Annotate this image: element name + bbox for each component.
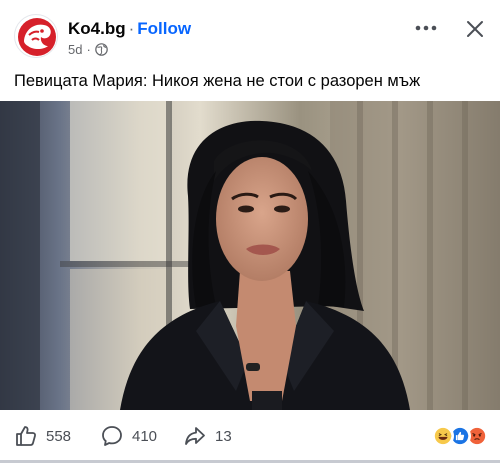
close-button[interactable] (460, 14, 490, 44)
ko4-logo (18, 18, 56, 56)
share-button[interactable]: 13 (183, 424, 232, 448)
follow-button[interactable]: Follow (137, 19, 191, 38)
comment-icon (102, 426, 122, 446)
name-separator: · (128, 19, 135, 38)
time-separator: · (86, 42, 91, 57)
more-horizontal-icon (415, 25, 437, 31)
page-avatar[interactable] (14, 14, 58, 58)
share-count: 13 (215, 427, 232, 445)
comment-count: 410 (132, 427, 158, 445)
post-caption: Певицата Мария: Никоя жена не стои с раз… (14, 72, 421, 90)
reactions-summary[interactable] (432, 425, 492, 449)
comment-button[interactable]: 410 (100, 424, 157, 448)
post-time[interactable]: 5d (68, 42, 82, 57)
share-icon (185, 427, 205, 445)
like-button[interactable]: 558 (14, 424, 71, 448)
haha-reaction-icon (432, 425, 454, 447)
post-photo[interactable] (0, 101, 500, 410)
post-actions: 558 410 13 (0, 416, 500, 456)
more-options-button[interactable] (410, 16, 442, 40)
post-header: Ko4.bg · Follow 5d · (0, 0, 500, 62)
thumbs-up-icon (16, 426, 36, 446)
page-name[interactable]: Ko4.bg (68, 19, 126, 38)
post-meta: Ko4.bg · Follow 5d · (68, 19, 191, 57)
post-subline: 5d · (68, 42, 191, 57)
name-line: Ko4.bg · Follow (68, 19, 191, 39)
globe-icon (95, 43, 108, 56)
like-count: 558 (46, 427, 72, 445)
close-icon (467, 21, 483, 37)
photo-illustration (0, 101, 500, 410)
